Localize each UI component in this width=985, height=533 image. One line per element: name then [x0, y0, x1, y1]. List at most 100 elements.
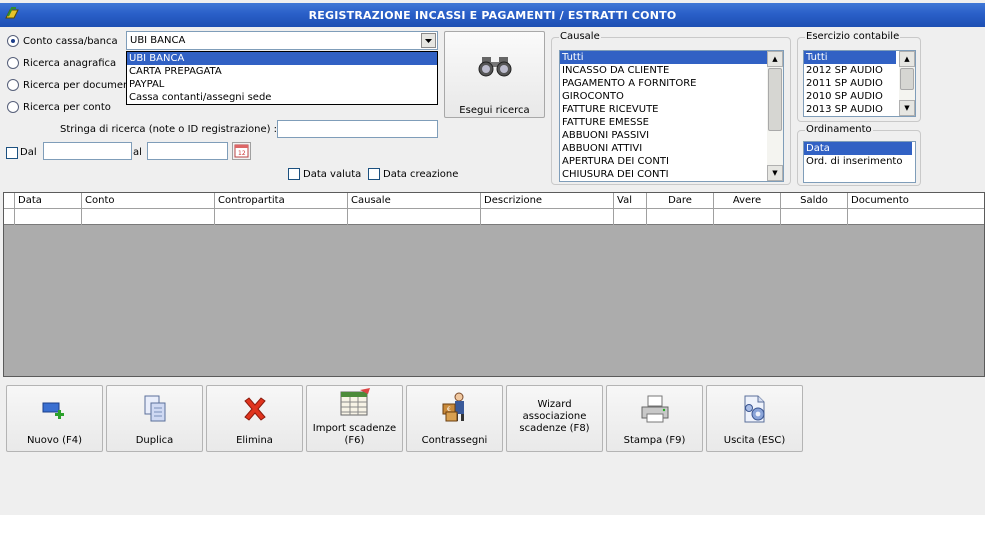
scroll-thumb[interactable] [900, 68, 914, 90]
list-item[interactable]: FATTURE RICEVUTE [560, 103, 783, 116]
account-dropdown-list: UBI BANCA CARTA PREPAGATA PAYPAL Cassa c… [126, 51, 438, 105]
data-creazione-checkbox[interactable] [368, 168, 380, 180]
date-range-checkbox[interactable] [6, 147, 18, 159]
list-item[interactable]: Tutti [804, 51, 896, 64]
svg-text:€: € [447, 406, 451, 413]
table-cell[interactable] [480, 209, 613, 225]
duplicate-button[interactable]: Duplica [106, 385, 203, 452]
new-button-label: Nuovo (F4) [26, 435, 83, 446]
radio-label: Ricerca anagrafica [23, 57, 117, 69]
title-bar: REGISTRAZIONE INCASSI E PAGAMENTI / ESTR… [0, 3, 985, 27]
table-cell[interactable] [780, 209, 847, 225]
list-item[interactable]: APERTURA DEI CONTI [560, 155, 783, 168]
duplicate-button-label: Duplica [135, 435, 174, 446]
chevron-down-icon[interactable] [421, 33, 436, 48]
column-header[interactable]: Avere [713, 193, 780, 209]
radio-conto-cassa[interactable]: Conto cassa/banca [7, 35, 118, 47]
contrassegni-button[interactable]: € Contrassegni [406, 385, 503, 452]
ordinamento-list[interactable]: Data Ord. di inserimento [803, 141, 916, 183]
print-button-label: Stampa (F9) [623, 435, 686, 446]
radio-button[interactable] [7, 57, 19, 69]
list-item[interactable]: PAGAMENTO A FORNITORE [560, 77, 783, 90]
table-cell[interactable] [347, 209, 480, 225]
esercizio-group: Esercizio contabile Tutti 2012 SP AUDIO … [797, 31, 921, 122]
radio-button[interactable] [7, 35, 19, 47]
data-creazione-label: Data creazione [383, 169, 459, 180]
wizard-button-label: Wizard associazione scadenze (F8) [519, 399, 590, 434]
table-cell[interactable] [214, 209, 347, 225]
exit-button[interactable]: Uscita (ESC) [706, 385, 803, 452]
list-item[interactable]: GIROCONTO [560, 90, 783, 103]
causale-list[interactable]: Tutti INCASSO DA CLIENTE PAGAMENTO A FOR… [559, 50, 784, 182]
import-button[interactable]: Import scadenze (F6) [306, 385, 403, 452]
print-button[interactable]: Stampa (F9) [606, 385, 703, 452]
list-item[interactable]: INCASSO DA CLIENTE [560, 64, 783, 77]
date-from-input[interactable] [43, 142, 132, 160]
column-header[interactable]: Val [613, 193, 646, 209]
list-item[interactable]: Data [804, 142, 912, 155]
printer-icon [607, 394, 702, 424]
movements-grid[interactable]: Data Conto Contropartita Causale Descriz… [3, 192, 985, 377]
column-header[interactable]: Data [14, 193, 81, 209]
list-item[interactable]: CHIUSURA DEI CONTI [560, 168, 783, 181]
column-header[interactable]: Dare [646, 193, 713, 209]
data-valuta-checkbox[interactable] [288, 168, 300, 180]
delivery-man-icon: € [407, 392, 502, 422]
search-string-input[interactable] [277, 120, 438, 138]
scroll-down-icon[interactable]: ▼ [899, 100, 915, 116]
column-header[interactable]: Documento [847, 193, 984, 209]
date-to-label: al [133, 147, 142, 158]
radio-ricerca-conto[interactable]: Ricerca per conto [7, 101, 111, 113]
list-item[interactable]: ABBUONI ATTIVI [560, 142, 783, 155]
svg-text:12: 12 [238, 150, 246, 157]
scroll-thumb[interactable] [768, 68, 782, 131]
dropdown-option[interactable]: UBI BANCA [127, 52, 437, 65]
radio-button[interactable] [7, 101, 19, 113]
ordinamento-group: Ordinamento Data Ord. di inserimento [797, 124, 921, 186]
causale-scrollbar[interactable]: ▲ ▼ [767, 51, 783, 181]
date-to-input[interactable] [147, 142, 228, 160]
row-selector[interactable] [4, 209, 14, 225]
calendar-icon[interactable]: 12 [232, 142, 251, 160]
table-cell[interactable] [14, 209, 81, 225]
causale-group: Causale Tutti INCASSO DA CLIENTE PAGAMEN… [551, 31, 791, 185]
radio-ricerca-anagrafica[interactable]: Ricerca anagrafica [7, 57, 116, 69]
scroll-up-icon[interactable]: ▲ [767, 51, 783, 67]
exit-gear-icon [707, 394, 802, 424]
list-item[interactable]: FATTURE EMESSE [560, 116, 783, 129]
account-combo[interactable]: UBI BANCA [126, 31, 438, 50]
table-cell[interactable] [81, 209, 214, 225]
table-cell[interactable] [847, 209, 984, 225]
esercizio-scrollbar[interactable]: ▲ ▼ [899, 51, 915, 116]
dropdown-option[interactable]: CARTA PREPAGATA [127, 65, 437, 78]
exit-button-label: Uscita (ESC) [723, 435, 786, 446]
column-header[interactable]: Saldo [780, 193, 847, 209]
column-header[interactable]: Causale [347, 193, 480, 209]
table-cell[interactable] [713, 209, 780, 225]
table-row[interactable] [4, 209, 984, 225]
delete-button[interactable]: Elimina [206, 385, 303, 452]
scroll-up-icon[interactable]: ▲ [899, 51, 915, 67]
scroll-down-icon[interactable]: ▼ [767, 165, 783, 181]
esercizio-list[interactable]: Tutti 2012 SP AUDIO 2011 SP AUDIO 2010 S… [803, 50, 916, 117]
list-item[interactable]: Ord. di inserimento [804, 155, 915, 168]
radio-button[interactable] [7, 79, 19, 91]
table-cell[interactable] [613, 209, 646, 225]
delete-button-label: Elimina [236, 435, 273, 446]
list-item[interactable]: Tutti [560, 51, 767, 64]
list-item[interactable]: ABBUONI PASSIVI [560, 129, 783, 142]
window-bottom-margin [0, 515, 985, 533]
column-header[interactable]: Conto [81, 193, 214, 209]
data-valuta-label: Data valuta [303, 169, 362, 180]
new-button[interactable]: Nuovo (F4) [6, 385, 103, 452]
search-button[interactable]: Esegui ricerca [444, 31, 545, 118]
dropdown-option[interactable]: Cassa contanti/assegni sede [127, 91, 437, 104]
radio-ricerca-documento[interactable]: Ricerca per documento [7, 79, 132, 91]
table-cell[interactable] [646, 209, 713, 225]
causale-caption: Causale [559, 31, 601, 42]
column-header[interactable]: Contropartita [214, 193, 347, 209]
search-mode-group: Conto cassa/banca Ricerca anagrafica Ric… [7, 35, 132, 125]
dropdown-option[interactable]: PAYPAL [127, 78, 437, 91]
wizard-button[interactable]: Wizard associazione scadenze (F8) [506, 385, 603, 452]
column-header[interactable]: Descrizione [480, 193, 613, 209]
